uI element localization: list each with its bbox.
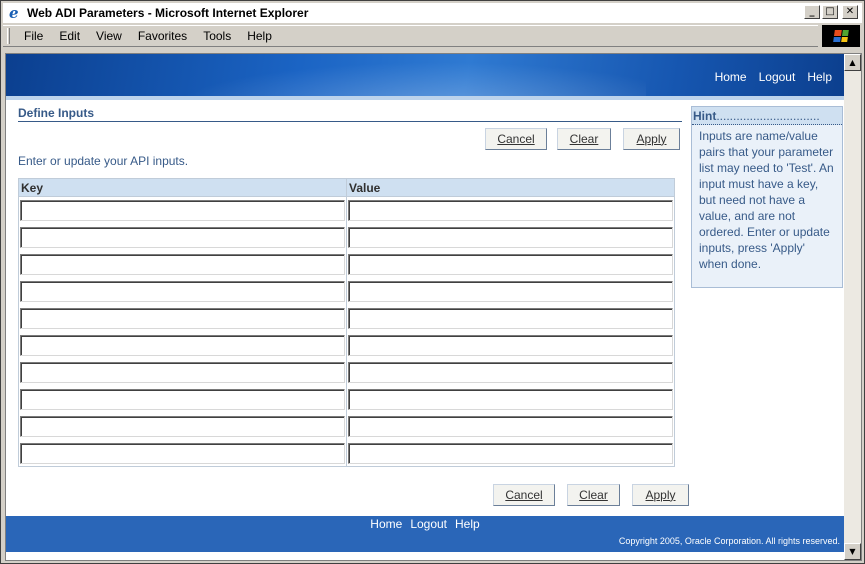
clear-button-top[interactable]: Clear: [557, 128, 611, 150]
global-logout-link[interactable]: Logout: [759, 70, 796, 84]
menu-file[interactable]: File: [16, 29, 51, 43]
ie-icon: e: [9, 4, 19, 22]
footer-home-link[interactable]: Home: [370, 517, 402, 531]
value-input[interactable]: [348, 334, 673, 356]
title-divider: [18, 121, 682, 122]
instructions-text: Enter or update your API inputs.: [18, 154, 189, 168]
banner-swoosh: [126, 54, 646, 96]
cancel-label: Cancel: [505, 488, 543, 502]
value-input[interactable]: [348, 388, 673, 410]
window-title: Web ADI Parameters - Microsoft Internet …: [27, 6, 309, 20]
footer-bar: Home Logout Help Copyright 2005, Oracle …: [6, 516, 844, 552]
title-bar: e Web ADI Parameters - Microsoft Interne…: [3, 3, 862, 23]
inputs-table: Key Value: [18, 178, 675, 467]
value-input[interactable]: [348, 361, 673, 383]
cancel-button-bottom[interactable]: Cancel: [493, 484, 555, 506]
value-input[interactable]: [348, 415, 673, 437]
key-column-header: Key: [18, 178, 347, 197]
key-input[interactable]: [20, 442, 345, 464]
menu-favorites[interactable]: Favorites: [130, 29, 195, 43]
key-input[interactable]: [20, 253, 345, 275]
table-row: [18, 196, 675, 224]
clear-label: Clear: [579, 488, 608, 502]
clear-label: Clear: [569, 132, 599, 146]
page-viewport: Home Logout Help Define Inputs Cancel Cl…: [5, 53, 862, 561]
apply-label: Apply: [636, 132, 667, 146]
banner-divider: [6, 96, 844, 100]
table-row: [18, 223, 675, 251]
value-column-header: Value: [346, 178, 675, 197]
table-row: [18, 250, 675, 278]
global-home-link[interactable]: Home: [715, 70, 747, 84]
cancel-button-top[interactable]: Cancel: [485, 128, 547, 150]
maximize-button[interactable]: □: [822, 5, 838, 19]
scroll-up-arrow-icon[interactable]: ▲: [844, 54, 861, 71]
key-input[interactable]: [20, 388, 345, 410]
menu-view[interactable]: View: [88, 29, 130, 43]
hint-title-label: Hint: [693, 109, 717, 123]
global-help-link[interactable]: Help: [807, 70, 832, 84]
key-input[interactable]: [20, 307, 345, 329]
value-input[interactable]: [348, 226, 673, 248]
table-row: [18, 358, 675, 386]
hint-title: Hint...............................: [692, 107, 842, 125]
minimize-button[interactable]: _: [804, 5, 820, 19]
footer-logout-link[interactable]: Logout: [410, 517, 447, 531]
header-banner: Home Logout Help: [6, 54, 844, 96]
key-input[interactable]: [20, 200, 345, 221]
apply-button-top[interactable]: Apply: [623, 128, 680, 150]
table-row: [18, 385, 675, 413]
key-input[interactable]: [20, 280, 345, 302]
apply-button-bottom[interactable]: Apply: [632, 484, 689, 506]
menu-help[interactable]: Help: [239, 29, 280, 43]
table-row: [18, 331, 675, 359]
menu-bar: File Edit View Favorites Tools Help: [3, 25, 818, 47]
value-input[interactable]: [348, 442, 673, 464]
apply-label: Apply: [645, 488, 676, 502]
footer-links: Home Logout Help: [6, 517, 844, 531]
browser-window: e Web ADI Parameters - Microsoft Interne…: [0, 0, 865, 564]
table-row: [18, 304, 675, 332]
key-input[interactable]: [20, 415, 345, 437]
value-input[interactable]: [348, 253, 673, 275]
close-button[interactable]: ✕: [842, 5, 858, 19]
value-input[interactable]: [348, 200, 673, 221]
vertical-scrollbar[interactable]: ▲ ▼: [844, 54, 861, 560]
key-input[interactable]: [20, 334, 345, 356]
value-input[interactable]: [348, 280, 673, 302]
scroll-down-arrow-icon[interactable]: ▼: [844, 543, 861, 560]
copyright-text: Copyright 2005, Oracle Corporation. All …: [618, 536, 840, 546]
table-row: [18, 412, 675, 440]
table-row: [18, 439, 675, 467]
footer-help-link[interactable]: Help: [455, 517, 480, 531]
menu-tools[interactable]: Tools: [195, 29, 239, 43]
page-title: Define Inputs: [18, 106, 95, 120]
hint-title-dots: ...............................: [716, 109, 820, 123]
cancel-label: Cancel: [497, 132, 535, 146]
clear-button-bottom[interactable]: Clear: [567, 484, 620, 506]
key-input[interactable]: [20, 361, 345, 383]
global-links: Home Logout Help: [715, 70, 832, 84]
key-input[interactable]: [20, 226, 345, 248]
value-input[interactable]: [348, 307, 673, 329]
menu-edit[interactable]: Edit: [51, 29, 88, 43]
table-row: [18, 277, 675, 305]
hint-text: Inputs are name/value pairs that your pa…: [699, 129, 834, 271]
hint-box: Hint............................... Inpu…: [691, 106, 843, 288]
toolbar-grip[interactable]: [7, 28, 10, 44]
windows-logo-icon: [822, 25, 860, 47]
